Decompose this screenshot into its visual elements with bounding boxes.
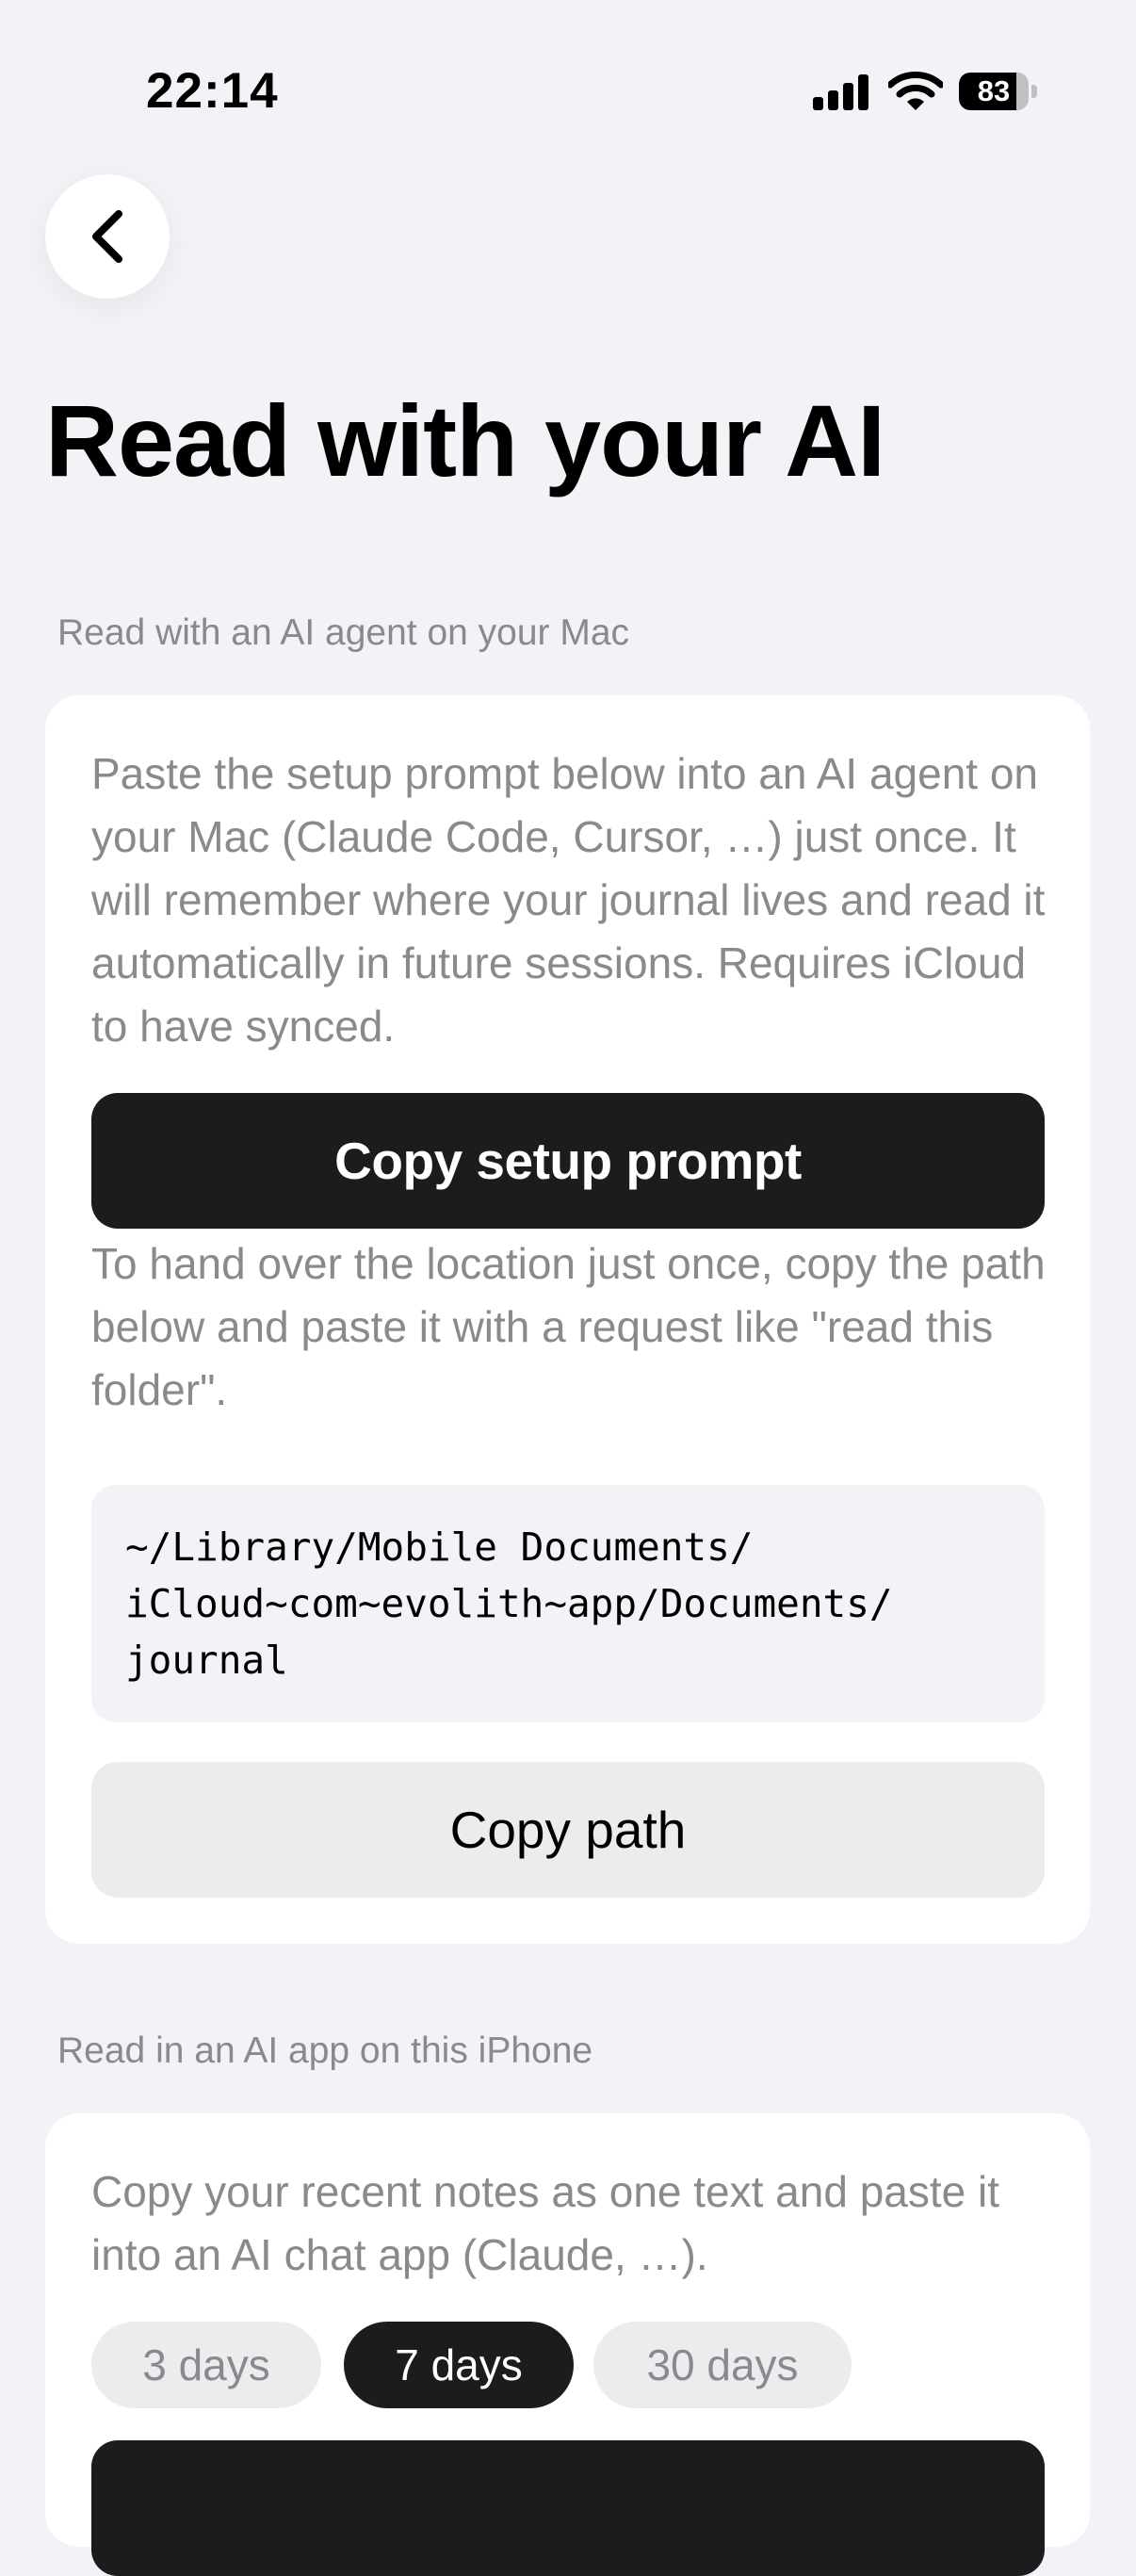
copy-recent-notes-button[interactable] (91, 2440, 1045, 2576)
path-box: ~/Library/Mobile Documents/ iCloud~com~e… (91, 1485, 1045, 1722)
path-hint-text: To hand over the location just once, cop… (91, 1239, 1046, 1414)
iphone-card: Copy your recent notes as one text and p… (45, 2113, 1090, 2576)
iphone-section-header: Read in an AI app on this iPhone (57, 2030, 593, 2071)
range-option-30-days[interactable]: 30 days (593, 2322, 852, 2408)
status-bar: 22:14 83 (0, 0, 1136, 179)
range-option-7-days[interactable]: 7 days (344, 2322, 574, 2408)
status-icons: 83 (810, 66, 1037, 115)
page-title: Read with your AI (45, 383, 885, 497)
status-time: 22:14 (146, 63, 279, 119)
iphone-intro-text: Copy your recent notes as one text and p… (91, 2167, 1000, 2279)
mac-section-header: Read with an AI agent on your Mac (57, 612, 630, 653)
range-option-3-days[interactable]: 3 days (91, 2322, 321, 2408)
wifi-icon (888, 72, 943, 110)
mac-intro-text: Paste the setup prompt below into an AI … (91, 749, 1046, 1051)
back-button[interactable] (45, 174, 170, 299)
journal-path: ~/Library/Mobile Documents/ iCloud~com~e… (125, 1524, 893, 1683)
copy-path-button[interactable]: Copy path (91, 1762, 1045, 1898)
battery-level: 83 (977, 74, 1011, 107)
battery-icon: 83 (959, 73, 1037, 110)
mac-card: Paste the setup prompt below into an AI … (45, 695, 1090, 1944)
chevron-left-icon (92, 210, 122, 263)
copy-setup-prompt-button[interactable]: Copy setup prompt (91, 1093, 1045, 1229)
cellular-signal-icon (813, 74, 869, 110)
